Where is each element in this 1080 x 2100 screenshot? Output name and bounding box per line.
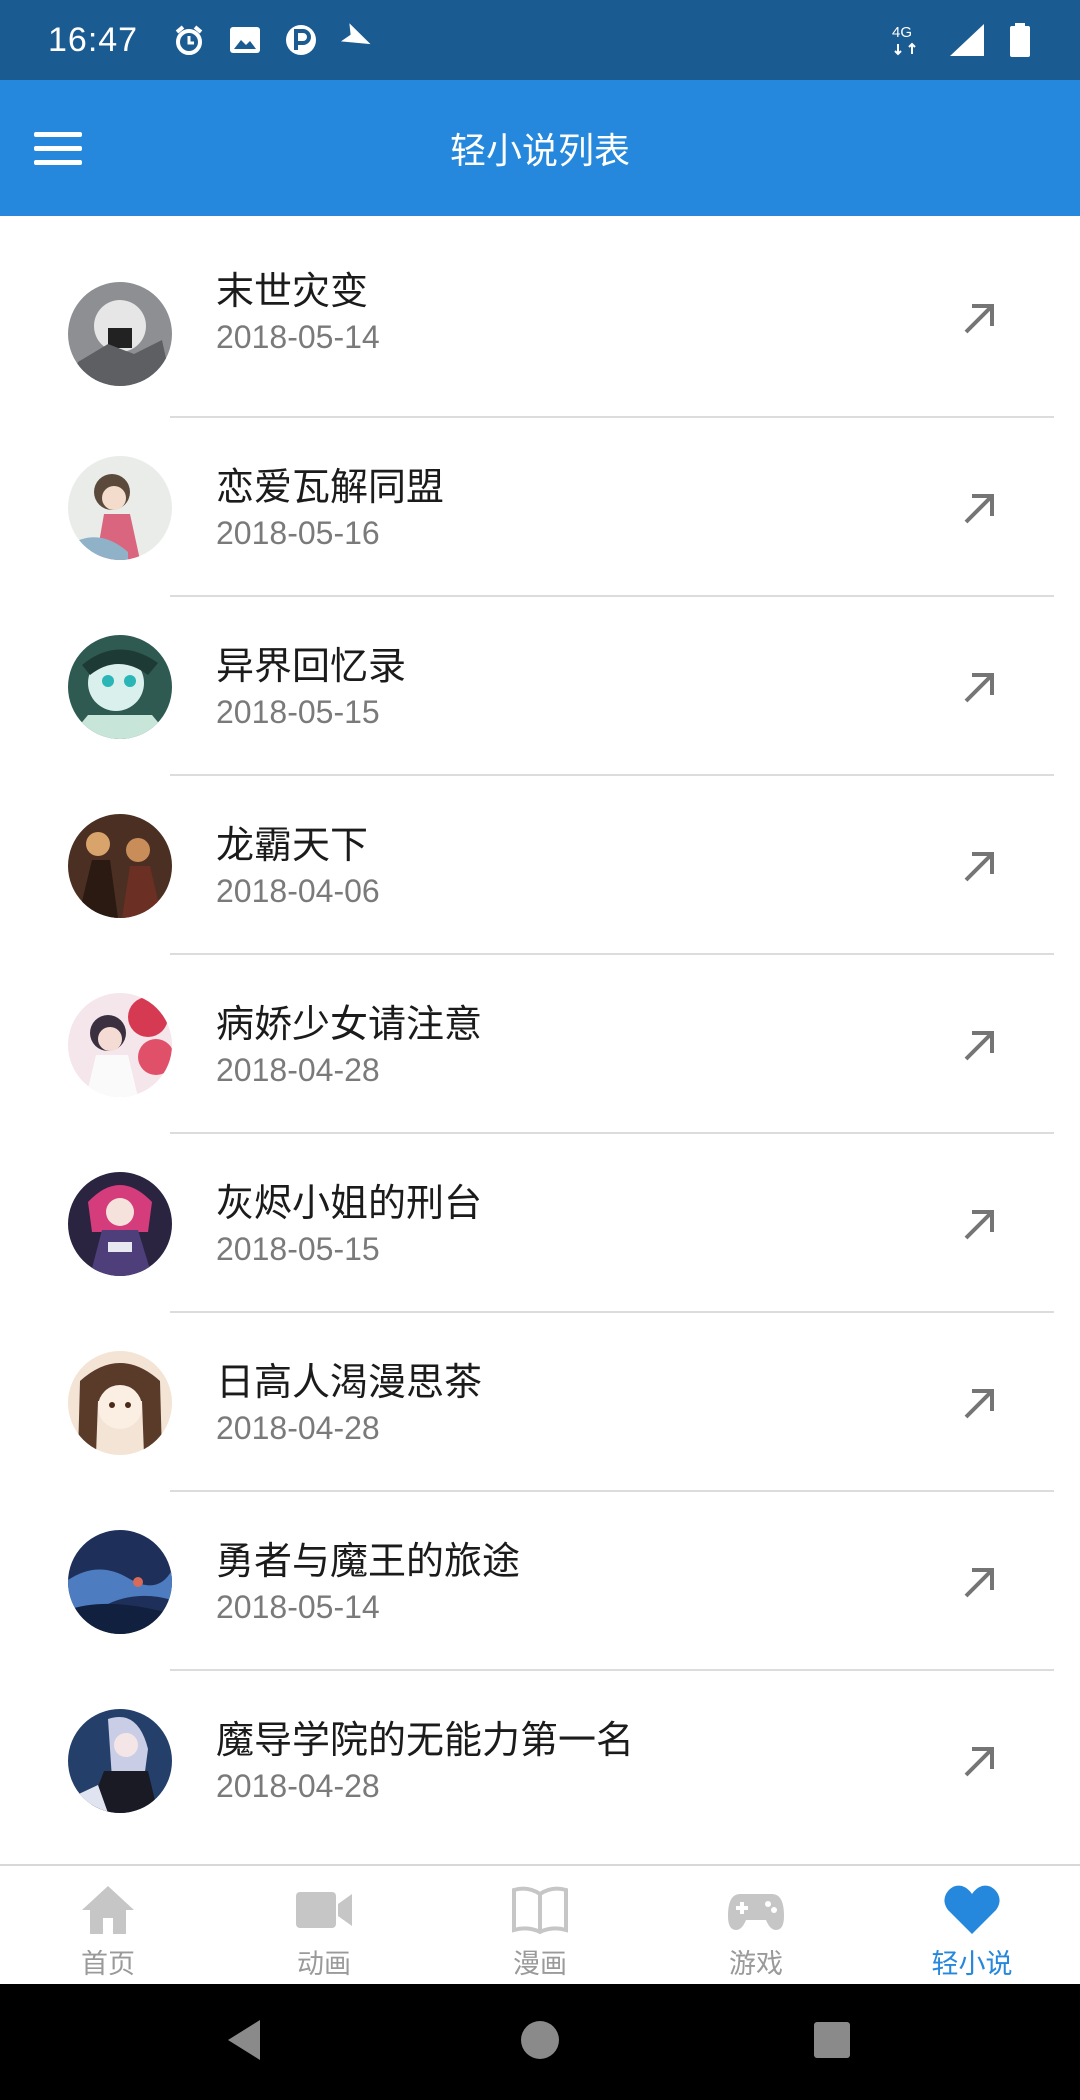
menu-icon[interactable] xyxy=(34,120,90,176)
item-date: 2018-04-28 xyxy=(216,1409,380,1446)
status-time: 16:47 xyxy=(48,20,139,59)
item-title: 异界回忆录 xyxy=(216,643,407,688)
tab-home[interactable]: 首页 xyxy=(0,1866,216,1984)
list-item[interactable]: 勇者与魔王的旅途 2018-05-14 xyxy=(0,1492,1080,1671)
avatar xyxy=(68,634,172,739)
item-title: 恋爱瓦解同盟 xyxy=(216,464,445,509)
open-arrow-icon[interactable] xyxy=(958,296,1002,340)
item-title: 魔导学院的无能力第一名 xyxy=(216,1717,635,1762)
image-icon xyxy=(230,27,261,53)
item-date: 2018-05-15 xyxy=(216,693,380,730)
tab-label: 游戏 xyxy=(729,1949,783,1980)
page-title: 轻小说列表 xyxy=(449,131,630,172)
item-date: 2018-05-14 xyxy=(216,1588,380,1625)
system-nav-bar xyxy=(0,1984,1080,2100)
send-icon xyxy=(341,23,371,45)
avatar xyxy=(68,1350,172,1455)
item-title: 病娇少女请注意 xyxy=(216,1001,483,1046)
open-arrow-icon[interactable] xyxy=(958,844,1002,888)
video-camera-icon xyxy=(296,1892,352,1928)
item-title: 勇者与魔王的旅途 xyxy=(216,1538,521,1583)
open-arrow-icon[interactable] xyxy=(958,1202,1002,1246)
avatar xyxy=(68,1529,172,1634)
avatar xyxy=(68,282,172,386)
novel-list: 末世灾变 2018-05-14 恋爱瓦解同盟 2018-05-16 异界回忆录 … xyxy=(0,216,1080,1864)
item-date: 2018-04-28 xyxy=(216,1051,380,1088)
battery-icon xyxy=(1010,23,1030,57)
open-arrow-icon[interactable] xyxy=(958,1381,1002,1425)
parking-icon xyxy=(286,25,317,55)
tab-light-novel[interactable]: 轻小说 xyxy=(864,1866,1080,1984)
list-item[interactable]: 灰烬小姐的刑台 2018-05-15 xyxy=(0,1134,1080,1313)
list-item[interactable]: 异界回忆录 2018-05-15 xyxy=(0,597,1080,776)
back-icon[interactable] xyxy=(224,2018,264,2062)
network-4g-icon: 4G xyxy=(892,24,916,56)
home-button-icon[interactable] xyxy=(520,2018,560,2062)
tab-game[interactable]: 游戏 xyxy=(648,1866,864,1984)
tab-comic[interactable]: 漫画 xyxy=(432,1866,648,1984)
avatar xyxy=(68,813,172,918)
item-title: 末世灾变 xyxy=(216,269,369,313)
status-bar: 16:47 4G xyxy=(0,0,1080,80)
item-title: 龙霸天下 xyxy=(216,822,369,867)
list-item[interactable]: 龙霸天下 2018-04-06 xyxy=(0,776,1080,955)
avatar xyxy=(68,992,172,1097)
status-icons-left xyxy=(172,23,374,57)
list-item[interactable]: 病娇少女请注意 2018-04-28 xyxy=(0,955,1080,1134)
open-arrow-icon[interactable] xyxy=(958,1739,1002,1783)
recents-icon[interactable] xyxy=(812,2018,852,2062)
avatar xyxy=(68,1708,172,1813)
list-item[interactable]: 恋爱瓦解同盟 2018-05-16 xyxy=(0,418,1080,597)
open-arrow-icon[interactable] xyxy=(958,1560,1002,1604)
home-icon xyxy=(82,1886,134,1934)
tab-label: 动画 xyxy=(297,1949,351,1980)
app-bar: 轻小说列表 xyxy=(0,80,1080,216)
item-date: 2018-04-28 xyxy=(216,1767,380,1804)
tab-label: 轻小说 xyxy=(931,1949,1013,1980)
tab-animation[interactable]: 动画 xyxy=(216,1866,432,1984)
status-icons-right: 4G xyxy=(888,22,1032,58)
item-title: 灰烬小姐的刑台 xyxy=(216,1180,483,1225)
book-icon xyxy=(512,1886,568,1935)
item-title: 日高人渴漫思茶 xyxy=(216,1359,483,1404)
avatar xyxy=(68,455,172,560)
heart-icon xyxy=(944,1885,1000,1934)
open-arrow-icon[interactable] xyxy=(958,486,1002,530)
list-item[interactable]: 魔导学院的无能力第一名 2018-04-28 xyxy=(0,1671,1080,1850)
item-date: 2018-05-16 xyxy=(216,514,380,551)
tab-label: 首页 xyxy=(81,1949,135,1980)
bottom-nav: 首页 动画 漫画 游戏 轻小说 xyxy=(0,1864,1080,1984)
tab-label: 漫画 xyxy=(513,1949,567,1980)
item-date: 2018-05-15 xyxy=(216,1230,380,1267)
open-arrow-icon[interactable] xyxy=(958,1023,1002,1067)
list-item[interactable]: 末世灾变 2018-05-14 xyxy=(0,216,1080,418)
svg-text:4G: 4G xyxy=(892,24,912,41)
item-date: 2018-04-06 xyxy=(216,872,380,909)
avatar xyxy=(68,1171,172,1276)
gamepad-icon xyxy=(728,1894,784,1930)
item-date: 2018-05-14 xyxy=(216,319,380,355)
signal-icon xyxy=(950,24,984,56)
list-item[interactable]: 日高人渴漫思茶 2018-04-28 xyxy=(0,1313,1080,1492)
open-arrow-icon[interactable] xyxy=(958,665,1002,709)
alarm-icon xyxy=(175,25,203,55)
